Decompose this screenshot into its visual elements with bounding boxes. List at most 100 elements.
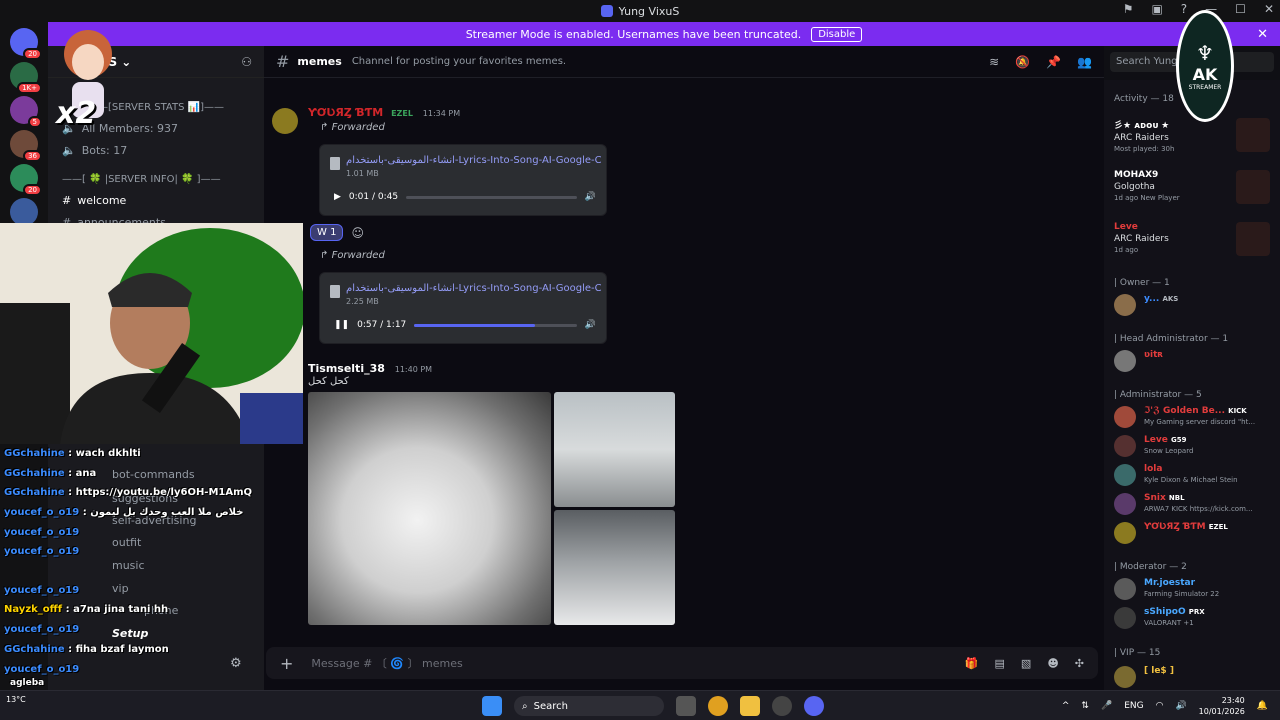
audio-seekbar[interactable] <box>406 195 577 199</box>
help-icon[interactable]: ? <box>1181 2 1187 16</box>
server-icon-1[interactable]: 20 <box>10 28 42 60</box>
clock[interactable]: 23:40 10/01/2026 <box>1199 695 1245 717</box>
obs-icon[interactable] <box>772 696 792 716</box>
seek-fill <box>414 323 535 327</box>
audio-seekbar[interactable] <box>414 323 577 327</box>
category-server-info[interactable]: ——[ 🍀 |SERVER INFO| 🍀 ]—— <box>62 174 221 185</box>
reaction-pill[interactable]: W 1 <box>310 224 344 241</box>
weather-widget[interactable]: 13°C <box>6 695 26 704</box>
chat-line: youcef_o_o19 <box>4 546 79 557</box>
member-name-text: Leve <box>1144 435 1168 445</box>
maximize-button[interactable]: ☐ <box>1235 2 1246 16</box>
message-author[interactable]: ƳƠƲЯȤ ƁƬM EZEL 11:34 PM <box>308 106 460 119</box>
avatar <box>1114 435 1136 457</box>
chat-line: youcef_o_o19 <box>4 585 79 596</box>
channel-label: Bots: 17 <box>81 144 128 157</box>
play-icon[interactable]: ▶ <box>334 192 341 202</box>
language-indicator[interactable]: ENG <box>1124 701 1143 711</box>
volume-icon[interactable]: 🔊 <box>585 192 596 202</box>
emoji-icon[interactable]: ☻ <box>1047 657 1058 670</box>
member-item[interactable]: Snix NBL ARWA7 KICK https://kick.com... <box>1114 493 1274 517</box>
activity-card[interactable]: Leve ARC Raiders 1d ago <box>1114 222 1274 264</box>
system-tray: ^ ⇅ 🎤 ENG ◠ 🔊 23:40 10/01/2026 🔔 <box>1062 695 1268 717</box>
image-attachment[interactable] <box>554 510 675 625</box>
category-label: ——[ 🍀 |SERVER INFO| 🍀 ]—— <box>62 174 221 185</box>
discord-icon[interactable] <box>804 696 824 716</box>
banner-text: Streamer Mode is enabled. Usernames have… <box>465 27 802 41</box>
forwarded-label: ↱ Forwarded <box>320 250 385 261</box>
member-name: ʋitʀ <box>1144 350 1164 360</box>
message-author[interactable]: Tismselti_38 11:40 PM <box>308 362 432 375</box>
member-tag: AKS <box>1162 295 1179 303</box>
server-icon-3[interactable]: 5 <box>10 96 42 128</box>
avatar <box>1114 464 1136 486</box>
member-item[interactable]: lola Kyle Dixon & Michael Stein <box>1114 464 1274 488</box>
member-name: lola <box>1144 464 1163 474</box>
member-item[interactable]: Leve G59 Snow Leopard <box>1114 435 1274 459</box>
taskbar-search[interactable]: ⌕ Search <box>514 696 664 716</box>
activity-card[interactable]: MOHAX9 Golgotha 1d ago New Player <box>1114 170 1274 212</box>
member-item[interactable]: y... AKS <box>1114 294 1274 318</box>
member-name-text: y... <box>1144 294 1160 304</box>
members-icon[interactable]: 👥 <box>1077 55 1092 69</box>
chat-user: GGchahine <box>4 644 65 655</box>
mic-icon[interactable]: 🎤 <box>1101 701 1112 711</box>
add-member-icon[interactable]: ⚇ <box>241 55 252 69</box>
attachment-filename[interactable]: انشاء-الموسيقى-باستخدام-Lyrics-Into-Song… <box>346 155 601 166</box>
member-item[interactable]: sShipoO PRX VALORANT +1 <box>1114 607 1274 631</box>
notification-icon[interactable]: 🔔 <box>1257 701 1268 711</box>
chrome-icon[interactable] <box>708 696 728 716</box>
folder-icon[interactable] <box>740 696 760 716</box>
webcam-overlay <box>0 223 303 444</box>
attach-plus-icon[interactable]: + <box>280 654 293 673</box>
channel-bots[interactable]: 🔈 Bots: 17 <box>62 144 127 157</box>
audio-time: 0:01 / 0:45 <box>348 192 399 202</box>
member-item[interactable]: ℑ'ℨ Golden Be... KICK My Gaming server d… <box>1114 406 1274 430</box>
chat-text: agleba <box>10 678 45 688</box>
windows-start-icon[interactable] <box>482 696 502 716</box>
task-view-icon[interactable] <box>676 696 696 716</box>
phoenix-icon: ♆ <box>1196 41 1214 65</box>
disable-button[interactable]: Disable <box>811 26 863 42</box>
volume-icon[interactable]: 🔊 <box>1175 701 1186 711</box>
message-composer[interactable]: + Message # 〔 🌀 〕 memes 🎁 ▤ ▧ ☻ ✣ <box>266 647 1098 679</box>
avatar <box>1114 522 1136 544</box>
attachment-filename[interactable]: انشاء-الموسيقى-باستخدام-Lyrics-Into-Song… <box>346 283 601 294</box>
network-icon[interactable]: ⇅ <box>1081 701 1089 711</box>
server-badge: 1K+ <box>17 82 42 94</box>
add-reaction-icon[interactable]: ☺ <box>351 226 364 240</box>
server-icon-6[interactable] <box>10 198 38 226</box>
volume-icon[interactable]: 🔊 <box>585 320 596 330</box>
image-attachment[interactable] <box>554 392 675 507</box>
mute-bell-icon[interactable]: 🔕 <box>1015 55 1030 69</box>
pause-icon[interactable]: ❚❚ <box>334 320 349 330</box>
member-item[interactable]: ʋitʀ <box>1114 350 1274 374</box>
pin-icon[interactable]: 📌 <box>1046 55 1061 69</box>
gif-icon[interactable]: ▤ <box>995 657 1005 670</box>
wifi-icon[interactable]: ◠ <box>1156 701 1164 711</box>
inbox-icon[interactable]: ⚑ <box>1123 2 1134 16</box>
server-icon-4[interactable]: 36 <box>10 130 42 162</box>
close-icon[interactable]: ✕ <box>1257 27 1268 42</box>
sticker-icon[interactable]: ▧ <box>1021 657 1031 670</box>
threads-icon[interactable]: ≋ <box>989 55 999 69</box>
member-item[interactable]: [ le$ ] <box>1114 666 1274 690</box>
apps-icon[interactable]: ✣ <box>1075 657 1084 670</box>
close-window-button[interactable]: ✕ <box>1264 2 1274 16</box>
channel-welcome[interactable]: # welcome <box>62 194 126 207</box>
member-list: Activity — 18 彡★ ᴀᴅᴏᴜ ★ ARC Raiders Most… <box>1104 80 1280 690</box>
attachment-size: 2.25 MB <box>346 297 379 306</box>
avatar[interactable] <box>272 108 298 134</box>
anime-sticker: x2 <box>50 22 120 132</box>
chat-text: https://youtu.be/ly6OH-M1AmQ <box>75 487 253 498</box>
window-title: Yung VixuS <box>600 5 679 18</box>
server-icon-2[interactable]: 1K+ <box>10 62 42 94</box>
gift-icon[interactable]: 🎁 <box>965 657 979 670</box>
member-item[interactable]: Mr.joestar Farming Simulator 22 <box>1114 578 1274 602</box>
screen-icon[interactable]: ▣ <box>1151 2 1162 16</box>
member-item[interactable]: ƳƠƲЯȤ ƁƬM EZEL <box>1114 522 1274 546</box>
server-icon-5[interactable]: 20 <box>10 164 42 196</box>
chevron-up-icon[interactable]: ^ <box>1062 701 1070 711</box>
activity-card[interactable]: 彡★ ᴀᴅᴏᴜ ★ ARC Raiders Most played: 30h <box>1114 118 1274 160</box>
image-attachment[interactable] <box>308 392 551 625</box>
